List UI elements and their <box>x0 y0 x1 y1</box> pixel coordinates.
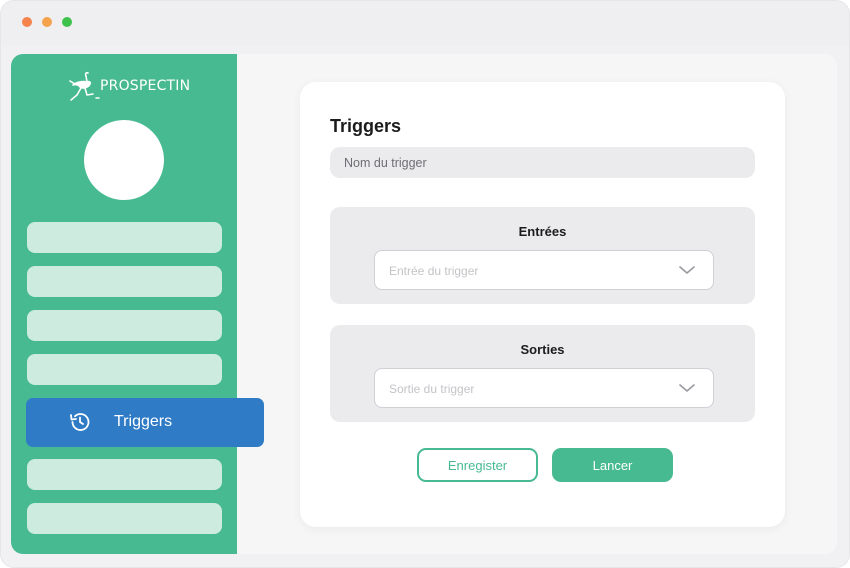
title-bar <box>1 1 849 45</box>
page-title: Triggers <box>330 116 402 136</box>
minimize-window-button[interactable] <box>42 17 52 27</box>
history-icon <box>70 413 90 431</box>
ostrich-icon <box>69 71 100 101</box>
close-window-button[interactable] <box>22 17 32 27</box>
outputs-section-title: Sorties <box>520 342 565 357</box>
sidebar-item-label: Triggers <box>114 413 173 430</box>
brand-logo[interactable]: PROSPECTIN <box>66 69 190 105</box>
run-button[interactable]: Lancer <box>552 448 673 482</box>
trigger-name-placeholder: Nom du trigger <box>344 155 427 170</box>
trigger-form-card: Triggers Nom du trigger Entrées Entrée d… <box>300 82 785 527</box>
brand-name: PROSPECTIN <box>100 78 191 94</box>
outputs-section: Sorties Sortie du trigger <box>330 325 755 422</box>
trigger-input-placeholder: Entrée du trigger <box>389 264 479 278</box>
sidebar-item[interactable] <box>27 222 222 253</box>
sidebar-item[interactable] <box>27 503 222 534</box>
sidebar: PROSPECTIN <box>11 54 237 554</box>
trigger-output-select[interactable]: Sortie du trigger <box>374 368 714 408</box>
sidebar-item-triggers[interactable]: Triggers <box>26 398 264 447</box>
trigger-name-input[interactable]: Nom du trigger <box>330 147 755 178</box>
inputs-section-title: Entrées <box>518 224 567 239</box>
chevron-down-icon <box>679 384 695 392</box>
save-button[interactable]: Enregister <box>417 448 538 482</box>
sidebar-item[interactable] <box>27 354 222 385</box>
maximize-window-button[interactable] <box>62 17 72 27</box>
avatar[interactable] <box>84 120 164 200</box>
sidebar-item[interactable] <box>27 266 222 297</box>
sidebar-item[interactable] <box>27 310 222 341</box>
sidebar-item[interactable] <box>27 459 222 490</box>
app-window: PROSPECTIN Triggers Triggers Nom du trig… <box>0 0 850 568</box>
inputs-section: Entrées Entrée du trigger <box>330 207 755 304</box>
trigger-output-placeholder: Sortie du trigger <box>389 382 475 396</box>
trigger-input-select[interactable]: Entrée du trigger <box>374 250 714 290</box>
chevron-down-icon <box>679 266 695 274</box>
